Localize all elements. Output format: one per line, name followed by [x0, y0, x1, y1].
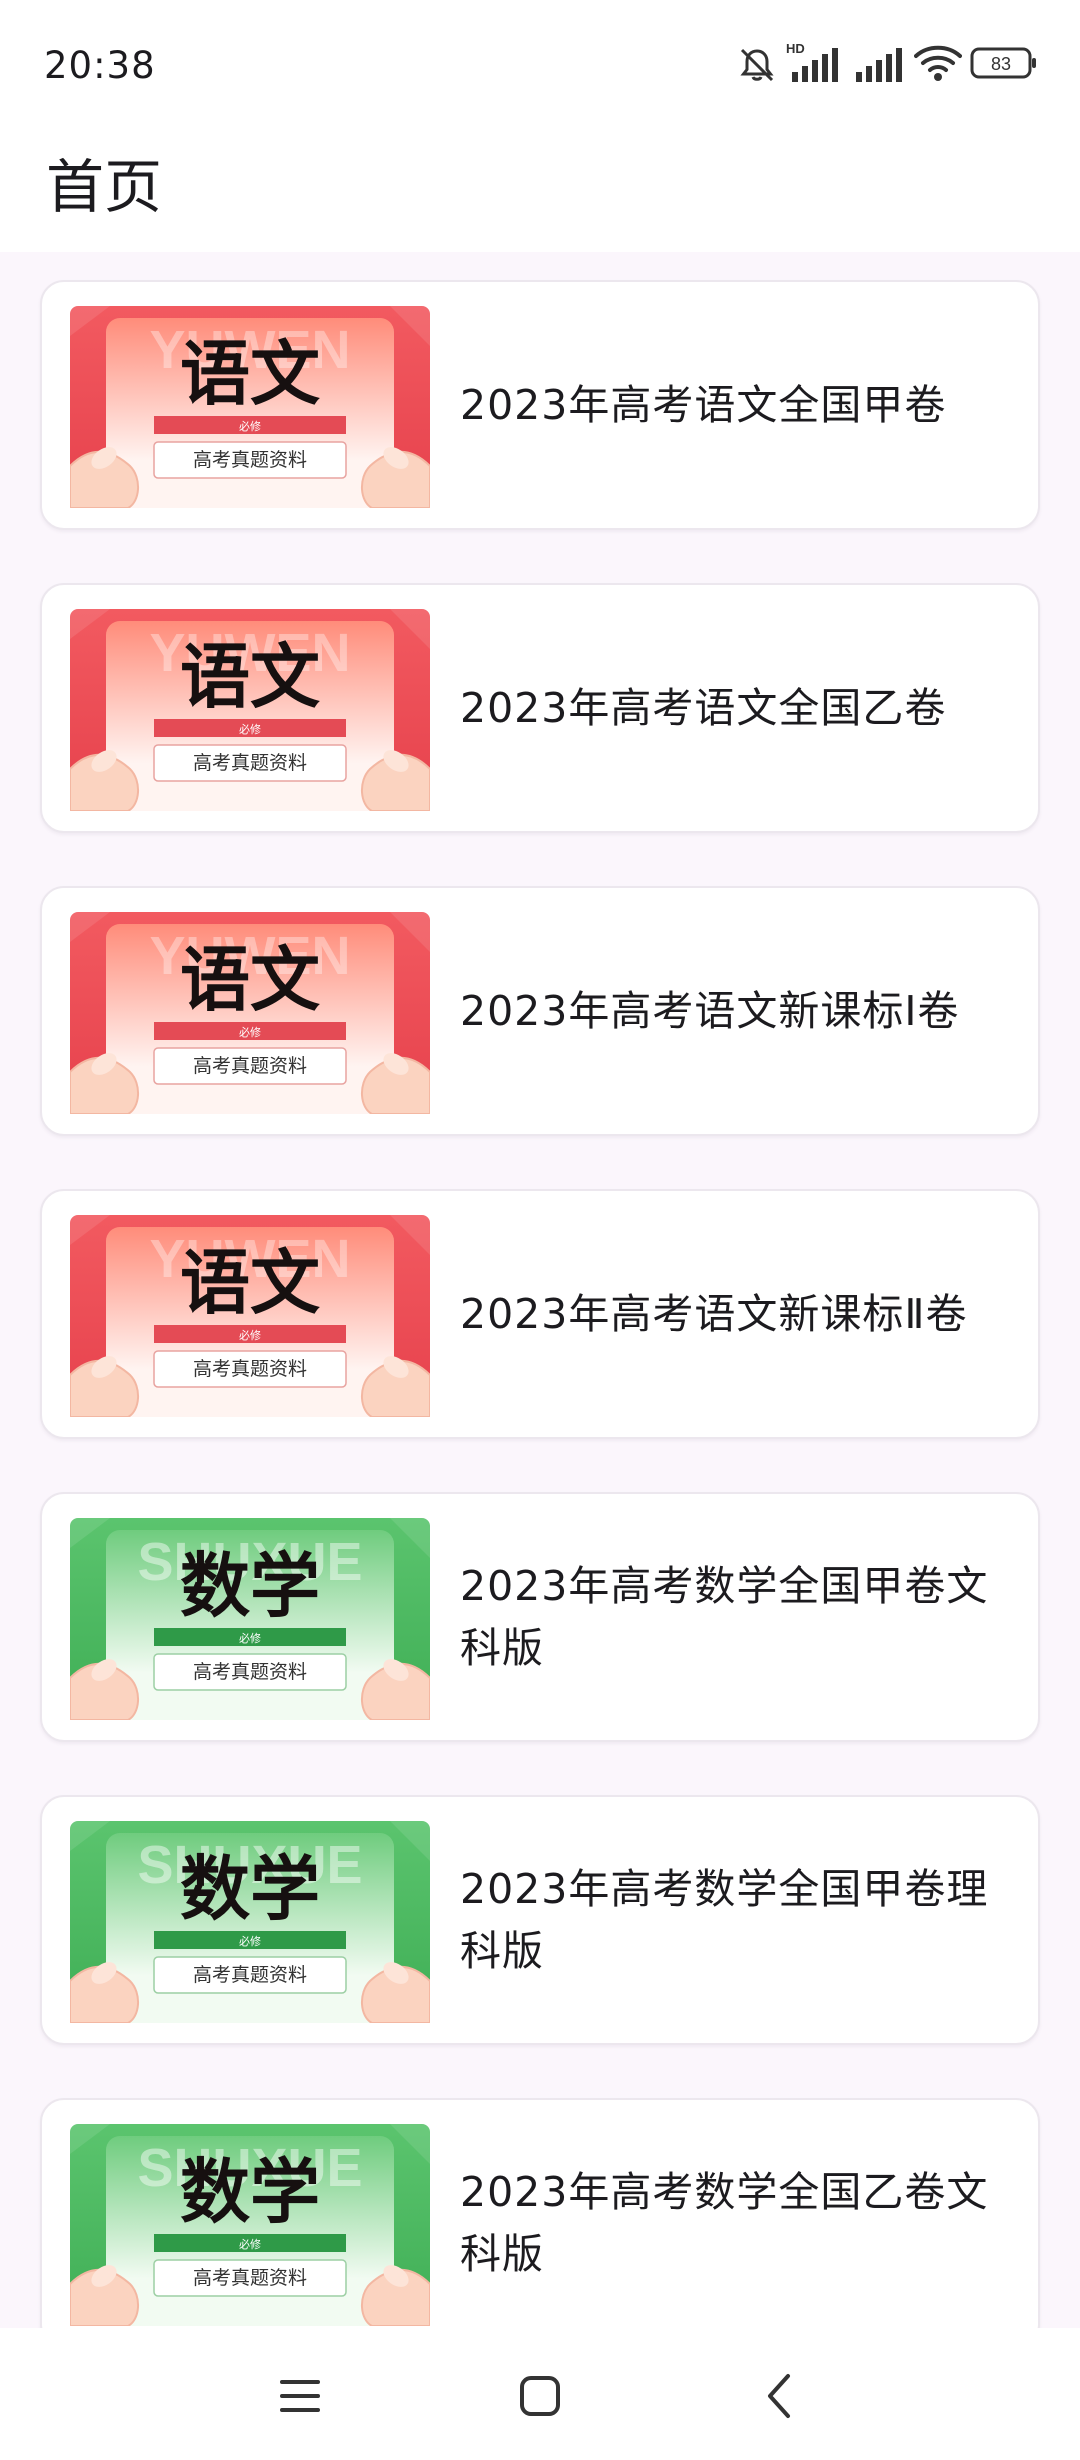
paper-card[interactable]: SHUXUE 数学 必修 高考真题资料 2023年高考数学全国甲卷理科版 [40, 1795, 1040, 2045]
thumb-caption: 高考真题资料 [193, 2267, 307, 2289]
thumb-caption: 高考真题资料 [193, 752, 307, 774]
paper-title: 2023年高考语文全国乙卷 [460, 684, 947, 732]
menu-icon[interactable] [270, 2366, 330, 2426]
paper-title: 2023年高考数学全国甲卷文科版 [460, 1562, 989, 1672]
thumb-caption: 高考真题资料 [193, 449, 307, 471]
thumb-tag: 必修 [239, 1328, 261, 1342]
paper-title: 2023年高考语文新课标Ⅱ卷 [460, 1290, 968, 1338]
wifi-icon [914, 45, 962, 81]
subject-thumbnail: YUWEN 语文 必修 高考真题资料 [70, 912, 430, 1114]
paper-title: 2023年高考数学全国乙卷文科版 [460, 2168, 989, 2278]
paper-card[interactable]: SHUXUE 数学 必修 高考真题资料 2023年高考数学全国乙卷文科版 [40, 2098, 1040, 2328]
paper-title: 2023年高考语文新课标Ⅰ卷 [460, 987, 960, 1035]
thumb-tag: 必修 [239, 1631, 261, 1645]
navigation-bar [0, 2328, 1080, 2460]
app-bar: 首页 [0, 130, 1080, 252]
thumb-caption: 高考真题资料 [193, 1661, 307, 1683]
thumb-caption: 高考真题资料 [193, 1964, 307, 1986]
subject-thumbnail: SHUXUE 数学 必修 高考真题资料 [70, 2124, 430, 2326]
thumb-tag: 必修 [239, 1025, 261, 1039]
subject-thumbnail: YUWEN 语文 必修 高考真题资料 [70, 1215, 430, 1417]
home-square-icon[interactable] [510, 2366, 570, 2426]
subject-thumbnail: YUWEN 语文 必修 高考真题资料 [70, 306, 430, 508]
thumb-tag: 必修 [239, 2237, 261, 2251]
thumb-subject: 数学 [180, 2150, 320, 2233]
mute-bell-icon [740, 48, 774, 82]
back-chevron-icon[interactable] [750, 2366, 810, 2426]
thumb-subject: 数学 [180, 1544, 320, 1627]
thumb-tag: 必修 [239, 419, 261, 433]
battery-icon: 83 [970, 47, 1036, 79]
paper-card[interactable]: YUWEN 语文 必修 高考真题资料 2023年高考语文新课标Ⅰ卷 [40, 886, 1040, 1136]
thumb-caption: 高考真题资料 [193, 1055, 307, 1077]
thumb-subject: 语文 [180, 635, 320, 718]
thumb-tag: 必修 [239, 722, 261, 736]
subject-thumbnail: SHUXUE 数学 必修 高考真题资料 [70, 1518, 430, 1720]
thumb-subject: 语文 [180, 938, 320, 1021]
subject-thumbnail: YUWEN 语文 必修 高考真题资料 [70, 609, 430, 811]
paper-card[interactable]: YUWEN 语文 必修 高考真题资料 2023年高考语文全国甲卷 [40, 280, 1040, 530]
thumb-subject: 数学 [180, 1847, 320, 1930]
paper-card[interactable]: SHUXUE 数学 必修 高考真题资料 2023年高考数学全国甲卷文科版 [40, 1492, 1040, 1742]
screen: 20:38 HD 83 首页 YUWEN 语文 必修 高考真题资料 2023年高… [0, 0, 1080, 2460]
status-bar: 20:38 HD 83 [0, 0, 1080, 130]
hd-signal-icon: HD [786, 41, 838, 82]
battery-level: 83 [991, 54, 1011, 74]
signal-icon [856, 48, 902, 82]
paper-title: 2023年高考语文全国甲卷 [460, 381, 947, 429]
thumb-subject: 语文 [180, 332, 320, 415]
paper-title: 2023年高考数学全国甲卷理科版 [460, 1865, 989, 1975]
thumb-subject: 语文 [180, 1241, 320, 1324]
paper-card[interactable]: YUWEN 语文 必修 高考真题资料 2023年高考语文全国乙卷 [40, 583, 1040, 833]
thumb-caption: 高考真题资料 [193, 1358, 307, 1380]
hd-label: HD [786, 41, 805, 56]
subject-thumbnail: SHUXUE 数学 必修 高考真题资料 [70, 1821, 430, 2023]
paper-list[interactable]: YUWEN 语文 必修 高考真题资料 2023年高考语文全国甲卷 YUWEN 语… [0, 252, 1080, 2328]
status-icons: HD 83 [738, 40, 1038, 90]
status-time: 20:38 [44, 44, 156, 87]
thumb-tag: 必修 [239, 1934, 261, 1948]
page-title: 首页 [46, 153, 163, 221]
paper-card[interactable]: YUWEN 语文 必修 高考真题资料 2023年高考语文新课标Ⅱ卷 [40, 1189, 1040, 1439]
